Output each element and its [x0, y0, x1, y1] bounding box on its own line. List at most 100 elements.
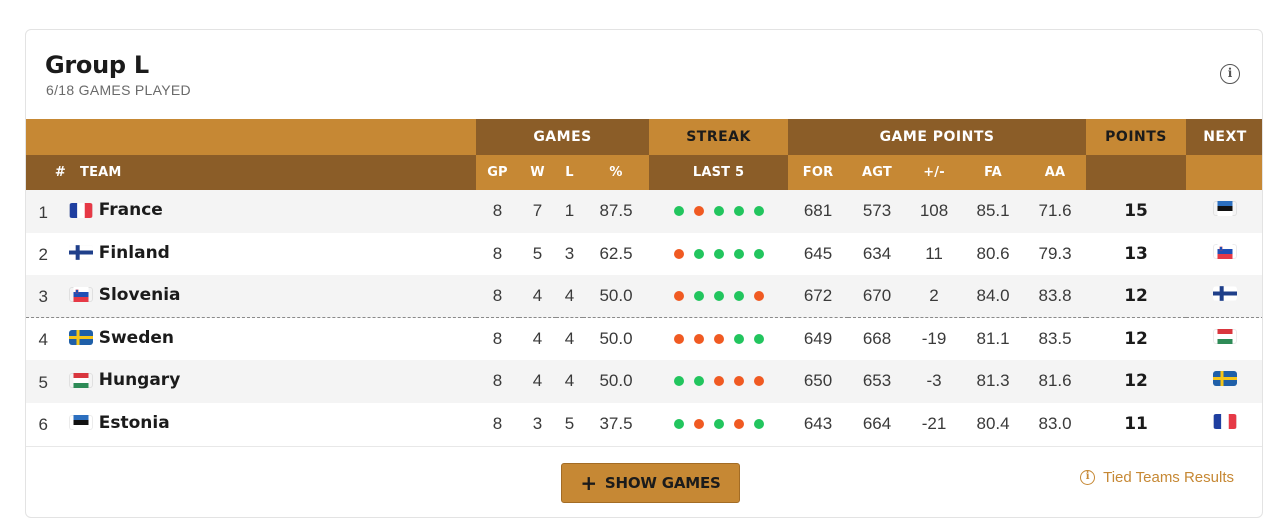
losses: 1 [556, 190, 583, 233]
team-cell: 2 Finland [26, 232, 476, 275]
points-against: 668 [848, 317, 907, 360]
streak-loss-dot [693, 418, 704, 429]
points-against: 653 [848, 360, 907, 403]
slovenia-flag-icon [1213, 243, 1237, 259]
table-row[interactable]: 3 Slovenia 8 4 4 50.0 672 670 2 84.0 83.… [26, 275, 1262, 318]
streak-last5 [649, 317, 789, 360]
table-row[interactable]: 5 Hungary 8 4 4 50.0 650 653 -3 81.3 81.… [26, 360, 1262, 403]
for-average: 80.6 [962, 232, 1025, 275]
team-name: Hungary [98, 370, 181, 390]
hungary-flag-icon [69, 372, 93, 388]
group-standings-card: Group L 6/18 GAMES PLAYED i GAMES STREAK… [25, 29, 1263, 518]
card-footer: + SHOW GAMES i Tied Teams Results [26, 446, 1262, 517]
col-rank: # [54, 165, 66, 180]
table-row[interactable]: 2 Finland 8 5 3 62.5 645 634 11 80.6 79.… [26, 232, 1262, 275]
next-opponent[interactable] [1186, 275, 1262, 318]
standing-points: 15 [1086, 190, 1187, 233]
team-cell: 6 Estonia [26, 402, 476, 445]
col-points [1086, 155, 1187, 190]
header-points: POINTS [1086, 119, 1187, 155]
next-opponent[interactable] [1186, 360, 1262, 403]
streak-last5 [649, 360, 789, 403]
against-average: 83.5 [1024, 317, 1087, 360]
rank: 4 [38, 330, 48, 350]
streak-win-dot [753, 334, 764, 344]
show-games-button[interactable]: + SHOW GAMES [561, 463, 740, 503]
estonia-flag-icon [1213, 201, 1237, 217]
streak-last5 [649, 232, 789, 275]
standing-points: 12 [1086, 275, 1187, 318]
next-opponent[interactable] [1186, 317, 1262, 360]
for-average: 84.0 [962, 275, 1025, 318]
team-name: France [98, 200, 163, 220]
team-link[interactable]: Slovenia [69, 285, 181, 305]
against-average: 83.8 [1024, 275, 1087, 318]
rank: 1 [38, 202, 48, 222]
header-game-points: GAME POINTS [788, 119, 1087, 155]
point-differential: 2 [906, 275, 963, 318]
streak-loss-dot [733, 418, 744, 429]
tied-teams-results-link[interactable]: i Tied Teams Results [1080, 469, 1234, 486]
col-aa: AA [1024, 155, 1087, 190]
win-percentage: 62.5 [583, 232, 650, 275]
streak-win-dot [673, 206, 684, 217]
team-cell: 1 France [26, 190, 476, 233]
col-gp: GP [476, 155, 519, 190]
team-link[interactable]: Sweden [68, 327, 175, 348]
streak-loss-dot [753, 376, 764, 387]
table-row[interactable]: 6 Estonia 8 3 5 37.5 643 664 -21 80.4 83… [26, 402, 1262, 445]
team-link[interactable]: France [69, 200, 163, 220]
next-opponent[interactable] [1186, 190, 1262, 233]
streak-loss-dot [673, 291, 684, 301]
standing-points: 13 [1086, 232, 1187, 275]
against-average: 83.0 [1024, 402, 1087, 445]
points-for: 672 [788, 275, 849, 318]
info-icon[interactable]: i [1220, 64, 1240, 84]
point-differential: -21 [906, 402, 963, 445]
col-next [1186, 155, 1262, 190]
points-for: 650 [788, 360, 849, 403]
header-next: NEXT [1186, 119, 1262, 155]
col-agt: AGT [848, 155, 907, 190]
points-against: 664 [848, 402, 907, 445]
table-row[interactable]: 4 Sweden 8 4 4 50.0 649 668 -19 81.1 83.… [26, 317, 1262, 360]
table-row[interactable]: 1 France 8 7 1 87.5 681 573 108 85.1 71.… [26, 190, 1262, 233]
team-link[interactable]: Estonia [69, 413, 170, 433]
show-games-label: SHOW GAMES [604, 474, 721, 492]
team-name: Finland [98, 242, 170, 263]
rank: 6 [38, 415, 48, 434]
streak-win-dot [693, 291, 704, 301]
finland-flag-icon [1213, 286, 1238, 301]
rank: 2 [38, 245, 48, 264]
streak-win-dot [713, 291, 724, 301]
points-for: 649 [788, 317, 849, 360]
col-w: W [519, 155, 556, 190]
header-games: GAMES [476, 119, 650, 155]
streak-win-dot [733, 206, 744, 217]
games-played: 8 [476, 190, 519, 233]
against-average: 79.3 [1024, 232, 1087, 275]
points-against: 634 [848, 232, 907, 275]
next-opponent[interactable] [1186, 402, 1262, 445]
team-link[interactable]: Hungary [69, 370, 181, 390]
wins: 5 [519, 232, 556, 275]
point-differential: -3 [906, 360, 963, 403]
points-against: 573 [848, 190, 907, 233]
games-played: 8 [476, 275, 519, 318]
team-cell: 5 Hungary [26, 360, 476, 403]
info-icon: i [1080, 470, 1096, 485]
team-link[interactable]: Finland [68, 242, 170, 263]
sweden-flag-icon [1213, 371, 1238, 387]
header-rank-team: # TEAM [26, 155, 476, 190]
for-average: 80.4 [962, 402, 1025, 445]
team-name: Sweden [98, 327, 175, 348]
group-title: Group L [45, 51, 149, 79]
standing-points: 12 [1086, 317, 1187, 360]
points-for: 645 [788, 232, 849, 275]
streak-last5 [649, 275, 789, 318]
team-cell: 4 Sweden [26, 317, 476, 360]
against-average: 81.6 [1024, 360, 1087, 403]
next-opponent[interactable] [1186, 232, 1262, 275]
streak-loss-dot [693, 334, 704, 344]
header-spacer [26, 119, 476, 155]
